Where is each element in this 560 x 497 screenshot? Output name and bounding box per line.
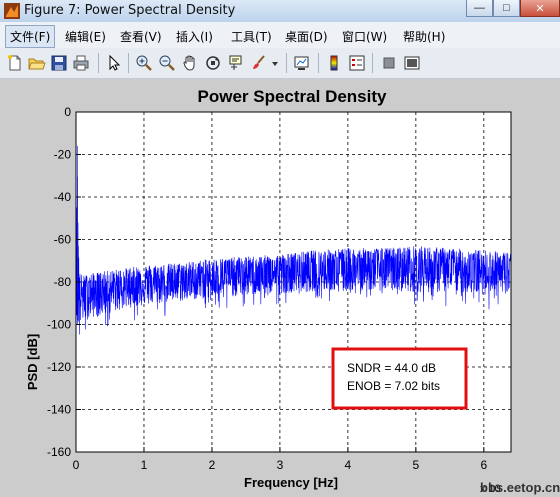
new-figure-icon[interactable] <box>6 54 24 72</box>
toolbar-separator <box>128 53 129 73</box>
watermark: bbs.eetop.cn <box>480 480 560 495</box>
minimize-button[interactable]: — <box>466 0 493 17</box>
toolbar-separator <box>98 53 99 73</box>
x-axis-label: Frequency [Hz] <box>244 475 338 490</box>
menu-file[interactable]: 文件(F) <box>5 25 56 48</box>
x-tick-label: 4 <box>345 458 352 472</box>
data-cursor-icon[interactable] <box>227 54 245 72</box>
menubar: 文件(F) 编辑(E) 查看(V) 插入(I) 工具(T) 桌面(D) 窗口(W… <box>0 22 560 49</box>
link-plot-icon[interactable] <box>293 54 311 72</box>
zoom-in-icon[interactable] <box>135 54 153 72</box>
x-tick-label: 1 <box>141 458 148 472</box>
toolbar-separator <box>318 53 319 73</box>
x-tick-label: 3 <box>277 458 284 472</box>
chart-title: Power Spectral Density <box>198 87 388 106</box>
y-tick-label: -20 <box>54 148 72 162</box>
close-button[interactable]: ✕ <box>520 0 560 17</box>
menu-tools[interactable]: 工具(T) <box>228 27 275 46</box>
open-file-icon[interactable] <box>28 54 46 72</box>
toolbar-separator <box>286 53 287 73</box>
y-tick-label: -160 <box>47 445 71 459</box>
y-tick-label: -140 <box>47 403 71 417</box>
y-tick-label: 0 <box>64 105 71 119</box>
matlab-app-icon <box>4 3 20 19</box>
menu-edit[interactable]: 编辑(E) <box>62 27 109 46</box>
toolbar-separator <box>372 53 373 73</box>
annotation-enob: ENOB = 7.02 bits <box>347 379 440 393</box>
brush-icon[interactable] <box>250 54 268 72</box>
save-icon[interactable] <box>50 54 68 72</box>
zoom-out-icon[interactable] <box>158 54 176 72</box>
colorbar-icon[interactable] <box>325 54 343 72</box>
figure-toolbar <box>0 48 560 79</box>
maximize-button[interactable]: □ <box>493 0 520 17</box>
y-tick-label: -60 <box>54 233 72 247</box>
window-titlebar[interactable]: Figure 7: Power Spectral Density — □ ✕ <box>0 0 560 23</box>
sndr-annotation: SNDR = 44.0 dB ENOB = 7.02 bits <box>331 347 468 410</box>
annotation-sndr: SNDR = 44.0 dB <box>347 361 436 375</box>
print-icon[interactable] <box>72 54 90 72</box>
figure-canvas[interactable]: Power Spectral Density 0 1 2 3 4 5 6 0 -20 -40 -60… <box>0 79 560 497</box>
rotate-3d-icon[interactable] <box>204 54 222 72</box>
y-axis-label: PSD [dB] <box>25 334 40 390</box>
x-tick-label: 2 <box>209 458 216 472</box>
x-tick-label: 0 <box>73 458 80 472</box>
x-tick-label: 6 <box>480 458 487 472</box>
menu-help[interactable]: 帮助(H) <box>400 27 448 46</box>
show-plot-tools-icon[interactable] <box>403 54 421 72</box>
menu-desktop[interactable]: 桌面(D) <box>282 27 331 46</box>
legend-icon[interactable] <box>348 54 366 72</box>
hide-plot-tools-icon[interactable] <box>380 54 398 72</box>
y-tick-label: -40 <box>54 190 72 204</box>
y-tick-label: -100 <box>47 318 71 332</box>
psd-plot: Power Spectral Density 0 1 2 3 4 5 6 0 -20 -40 -60… <box>25 87 560 495</box>
edit-plot-arrow-icon[interactable] <box>105 54 123 72</box>
pan-hand-icon[interactable] <box>181 54 199 72</box>
brush-dropdown-icon[interactable] <box>270 54 280 72</box>
window-title: Figure 7: Power Spectral Density <box>24 3 236 18</box>
y-tick-label: -80 <box>54 275 72 289</box>
x-tick-label: 5 <box>413 458 420 472</box>
y-tick-label: -120 <box>47 360 71 374</box>
menu-view[interactable]: 查看(V) <box>117 27 165 46</box>
window-controls: — □ ✕ <box>466 0 560 18</box>
menu-window[interactable]: 窗口(W) <box>339 27 390 46</box>
menu-insert[interactable]: 插入(I) <box>173 27 216 46</box>
